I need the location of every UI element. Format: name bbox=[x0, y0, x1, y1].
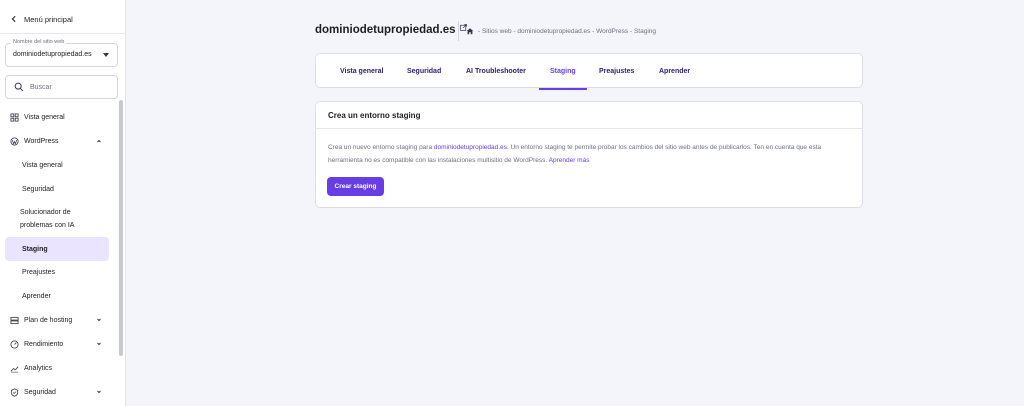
page-title: dominiodetupropiedad.es bbox=[315, 23, 467, 36]
grid-icon bbox=[10, 112, 19, 122]
tab-staging[interactable]: Staging bbox=[539, 54, 587, 90]
card-description: Crea un nuevo entorno staging para domin… bbox=[328, 142, 853, 167]
chevron-up-icon bbox=[97, 139, 101, 143]
site-select[interactable]: Nombre del sitio web dominiodetupropieda… bbox=[5, 39, 118, 67]
shield-icon bbox=[10, 387, 19, 397]
sidebar-subitem-label: Solucionador de bbox=[20, 209, 71, 216]
tab-vista-general[interactable]: Vista general bbox=[340, 54, 383, 89]
sidebar-item-label: Plan de hosting bbox=[24, 316, 73, 324]
server-icon bbox=[10, 316, 19, 324]
tab-seguridad[interactable]: Seguridad bbox=[407, 54, 441, 89]
divider bbox=[0, 33, 126, 34]
sidebar: Menú principal Nombre del sitio web domi… bbox=[0, 0, 126, 406]
site-select-label: Nombre del sitio web bbox=[11, 39, 67, 45]
search-icon bbox=[14, 82, 24, 92]
chevron-left-icon bbox=[11, 15, 16, 23]
sidebar-item-seguridad[interactable]: Seguridad bbox=[5, 381, 111, 403]
sidebar-subitem-vista-general[interactable]: Vista general bbox=[5, 155, 109, 175]
sidebar-subitem-seguridad[interactable]: Seguridad bbox=[5, 179, 109, 199]
domain-link[interactable]: dominiodetupropiedad.es bbox=[434, 144, 507, 151]
back-to-main-menu[interactable]: Menú principal bbox=[10, 12, 73, 26]
sidebar-item-label: Vista general bbox=[24, 113, 65, 121]
sidebar-item-label: Analytics bbox=[24, 364, 53, 372]
sidebar-item-label: Rendimiento bbox=[24, 340, 64, 348]
chevron-down-icon bbox=[97, 318, 101, 322]
sidebar-item-analytics[interactable]: Analytics bbox=[5, 357, 111, 379]
sidebar-item-plan-hosting[interactable]: Plan de hosting bbox=[5, 309, 111, 331]
sidebar-subitem-aprender[interactable]: Aprender bbox=[5, 286, 109, 306]
sidebar-subitem-label: Seguridad bbox=[22, 185, 54, 193]
domain-name: dominiodetupropiedad.es bbox=[315, 24, 456, 36]
tab-preajustes[interactable]: Preajustes bbox=[599, 54, 634, 89]
sidebar-subitem-preajustes[interactable]: Preajustes bbox=[5, 262, 109, 282]
search-placeholder: Buscar bbox=[30, 83, 52, 91]
site-select-value: dominiodetupropiedad.es bbox=[13, 51, 92, 58]
sidebar-item-label: Seguridad bbox=[24, 388, 56, 396]
wordpress-icon bbox=[10, 136, 19, 146]
sidebar-subitem-label: Preajustes bbox=[22, 268, 56, 276]
breadcrumb-text[interactable]: - Sitios web - dominiodetupropiedad.es -… bbox=[478, 28, 656, 35]
sidebar-subitem-label: Vista general bbox=[22, 161, 63, 169]
sidebar-scrollbar[interactable] bbox=[119, 100, 123, 356]
search-input[interactable]: Buscar bbox=[5, 75, 118, 99]
card-header: Crea un entorno staging bbox=[316, 102, 862, 129]
home-icon[interactable] bbox=[466, 27, 474, 35]
tab-ai-troubleshooter[interactable]: AI Troubleshooter bbox=[466, 54, 526, 89]
chevron-down-icon bbox=[97, 390, 101, 394]
staging-card: Crea un entorno staging Crea un nuevo en… bbox=[315, 101, 863, 208]
sidebar-item-rendimiento[interactable]: Rendimiento bbox=[5, 333, 111, 355]
back-label: Menú principal bbox=[24, 14, 73, 24]
sidebar-subitem-staging[interactable]: Staging bbox=[5, 237, 109, 261]
sidebar-item-vista-general[interactable]: Vista general bbox=[5, 106, 111, 128]
chevron-down-icon bbox=[97, 342, 101, 346]
gauge-icon bbox=[10, 339, 19, 349]
sidebar-subitem-label: Aprender bbox=[22, 292, 51, 300]
trend-icon bbox=[10, 365, 19, 372]
learn-more-link[interactable]: Aprender más bbox=[549, 157, 590, 164]
caret-down-icon bbox=[103, 53, 109, 57]
desc-text: Crea un nuevo entorno staging para bbox=[328, 144, 434, 151]
sidebar-subitem-label: Staging bbox=[22, 245, 48, 253]
sidebar-subitem-label: problemas con IA bbox=[20, 222, 75, 229]
create-staging-button[interactable]: Crear staging bbox=[327, 177, 384, 196]
card-title: Crea un entorno staging bbox=[328, 111, 421, 120]
tabs-bar: Vista general Seguridad AI Troubleshoote… bbox=[315, 53, 863, 90]
breadcrumb: - Sitios web - dominiodetupropiedad.es -… bbox=[466, 27, 656, 35]
sidebar-subitem-solucionador[interactable]: Solucionador de problemas con IA bbox=[5, 206, 109, 232]
sidebar-item-label: WordPress bbox=[24, 137, 59, 145]
header-divider bbox=[458, 21, 459, 41]
sidebar-item-wordpress[interactable]: WordPress bbox=[5, 130, 111, 152]
tab-aprender[interactable]: Aprender bbox=[659, 54, 690, 89]
